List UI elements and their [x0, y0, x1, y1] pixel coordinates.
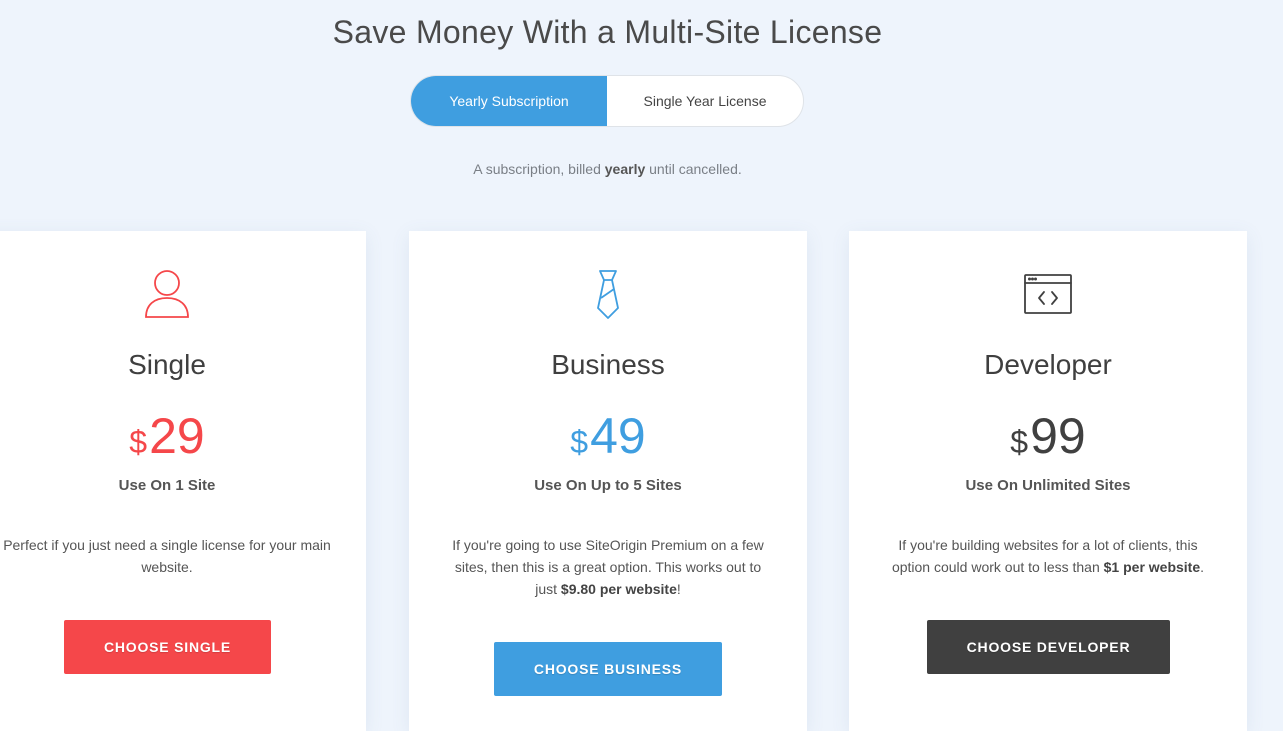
single-year-license-toggle[interactable]: Single Year License: [607, 76, 803, 126]
page-title: Save Money With a Multi-Site License: [332, 14, 883, 50]
plan-description: If you're building websites for a lot of…: [883, 534, 1213, 578]
plan-name: Developer: [984, 349, 1112, 380]
price-amount: 29: [149, 408, 205, 464]
choose-single-button[interactable]: CHOOSE SINGLE: [64, 620, 271, 674]
plan-description: Perfect if you just need a single licens…: [2, 534, 332, 578]
plan-sites: Use On 1 Site: [118, 477, 216, 494]
price-amount: 49: [590, 408, 646, 464]
plan-description-text: Perfect if you just need a single licens…: [3, 537, 331, 575]
currency-symbol: $: [1010, 424, 1029, 460]
currency-symbol: $: [570, 424, 589, 460]
choose-developer-button[interactable]: CHOOSE DEVELOPER: [927, 620, 1170, 674]
billing-note: A subscription, billed yearly until canc…: [0, 161, 1215, 177]
yearly-subscription-toggle[interactable]: Yearly Subscription: [411, 76, 607, 126]
code-window-icon: [849, 269, 1247, 321]
plan-price: $ 99: [849, 406, 1247, 466]
plan-name: Business: [551, 349, 665, 380]
billing-toggle: Yearly Subscription Single Year License: [410, 75, 804, 127]
plan-description-suffix: !: [676, 581, 681, 597]
choose-business-button[interactable]: CHOOSE BUSINESS: [494, 642, 722, 696]
price-amount: 99: [1030, 408, 1086, 464]
plan-description-emphasis: $1 per website: [1103, 559, 1201, 575]
billing-note-emphasis: yearly: [604, 161, 646, 177]
plan-sites: Use On Up to 5 Sites: [534, 477, 682, 494]
plan-card-single: Single $ 29 Use On 1 Site Perfect if you…: [0, 231, 366, 731]
user-icon: [0, 269, 366, 321]
plan-card-developer: Developer $ 99 Use On Unlimited Sites If…: [849, 231, 1247, 731]
plan-price: $ 49: [409, 406, 807, 466]
billing-note-prefix: A subscription, billed: [473, 161, 605, 177]
currency-symbol: $: [129, 424, 148, 460]
plan-price: $ 29: [0, 406, 366, 466]
plan-description: If you're going to use SiteOrigin Premiu…: [443, 534, 773, 600]
plan-name: Single: [128, 349, 206, 380]
plan-description-suffix: .: [1200, 559, 1205, 575]
plan-description-emphasis: $9.80 per website: [560, 581, 677, 597]
plan-card-business: Business $ 49 Use On Up to 5 Sites If yo…: [409, 231, 807, 731]
billing-note-suffix: until cancelled.: [645, 161, 742, 177]
tie-icon: [409, 269, 807, 321]
plan-sites: Use On Unlimited Sites: [965, 477, 1131, 494]
